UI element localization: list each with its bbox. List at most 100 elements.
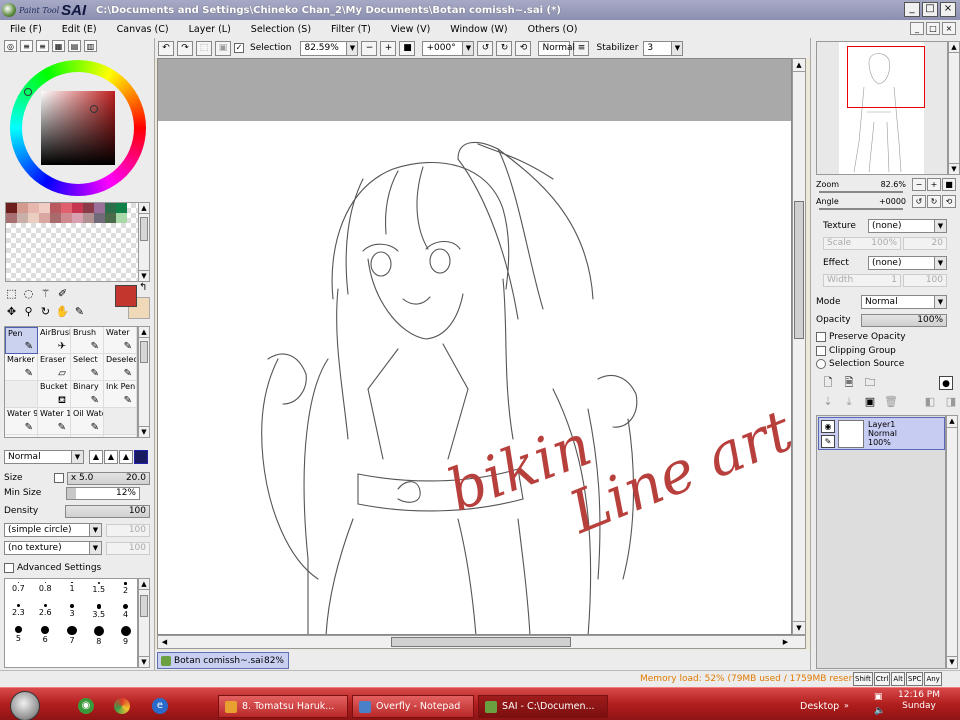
new-folder-icon[interactable]: 🗀 <box>863 376 877 390</box>
menu-others[interactable]: Others (O) <box>518 24 588 35</box>
brush-tool-select[interactable]: Select ✎ <box>71 354 104 381</box>
mdi-minimize-button[interactable]: _ <box>910 22 924 35</box>
min-size-slider[interactable]: 12% <box>66 486 140 500</box>
size-presets-scrollbar[interactable]: ▲ ▼ <box>138 578 150 668</box>
pen-lock-icon[interactable]: ✎ <box>821 435 835 448</box>
redo-icon[interactable]: ↷ <box>177 40 193 56</box>
volume-icon[interactable]: 🔈 <box>874 706 885 716</box>
brush-tool-deselect[interactable]: Deselect ✎ <box>104 354 137 381</box>
new-layer-icon[interactable]: 🗋 <box>821 376 835 390</box>
hand-icon[interactable]: ✋ <box>55 304 70 319</box>
clear-layer-icon[interactable]: ▣ <box>863 395 877 409</box>
brush-shape-hard-icon[interactable] <box>134 450 148 464</box>
brush-shape-round-icon[interactable]: ▲ <box>119 450 133 464</box>
merge-down-icon[interactable]: ⤓ <box>842 395 856 409</box>
zoom-reset-icon[interactable]: ■ <box>399 40 416 56</box>
color-swatches[interactable] <box>5 202 141 282</box>
saturation-value-square[interactable] <box>41 91 115 165</box>
brush-tool-pen[interactable]: Pen ✎ <box>5 327 38 354</box>
size-preset[interactable]: 0.8 <box>32 579 59 601</box>
minimize-button[interactable]: _ <box>904 2 920 17</box>
scroll-right-icon[interactable]: ▶ <box>779 636 792 648</box>
brush-shape-soft-icon[interactable]: ▲ <box>104 450 118 464</box>
color-swatch[interactable] <box>72 203 83 213</box>
scroll-up-icon[interactable]: ▲ <box>793 59 805 72</box>
taskbar-item-sai[interactable]: SAI - C:\Documen... <box>478 695 608 718</box>
layer-list-scrollbar[interactable]: ▲ ▼ <box>946 415 958 669</box>
layer-mask-icon[interactable]: ● <box>939 376 953 390</box>
desktop-toolbar-label[interactable]: Desktop <box>800 701 839 712</box>
brush-blend-mode-dropdown[interactable]: Normal ▼ <box>4 450 84 464</box>
hue-cursor[interactable] <box>24 88 32 96</box>
rotate-ccw-icon[interactable]: ↺ <box>477 40 494 56</box>
swap-colors-icon[interactable]: ↰ <box>139 282 147 293</box>
scratchpad-tab-icon[interactable]: ▥ <box>84 40 97 52</box>
color-swatch[interactable] <box>50 213 61 223</box>
delete-layer-icon[interactable]: 🗑 <box>884 395 898 409</box>
layer-blend-mode-dropdown[interactable]: Normal ▼ <box>861 295 947 309</box>
color-swatch[interactable] <box>94 203 105 213</box>
quick-launch-app-icon[interactable]: ◉ <box>78 698 94 714</box>
nav-zoom-in-icon[interactable]: + <box>927 177 941 191</box>
brush-shape-selector[interactable]: ▲ ▲ ▲ <box>89 450 148 464</box>
alt-key-button[interactable]: Alt <box>891 672 905 686</box>
nav-rotate-ccw-icon[interactable]: ↺ <box>912 194 926 208</box>
tray-expand-icon[interactable]: » <box>844 701 849 710</box>
color-swatch[interactable] <box>28 213 39 223</box>
rect-select-icon[interactable]: ⬚ <box>4 286 19 301</box>
primary-color-swatch[interactable] <box>115 285 137 307</box>
canvas-horizontal-scrollbar[interactable]: ◀ ▶ <box>157 635 806 649</box>
brush-tool-blur[interactable]: Blur <box>104 435 137 437</box>
brush-tool-water-9[interactable]: Water 9 ✎ <box>5 408 38 435</box>
scroll-down-icon[interactable]: ▼ <box>947 656 957 668</box>
color-swatch[interactable] <box>17 213 28 223</box>
any-key-button[interactable]: Any <box>924 672 942 686</box>
rotate-icon[interactable]: ↻ <box>38 304 53 319</box>
size-preset[interactable]: 3 <box>59 601 86 623</box>
zoom-icon[interactable]: ⚲ <box>21 304 36 319</box>
space-key-button[interactable]: SPC <box>905 672 924 686</box>
taskbar-clock[interactable]: 12:16 PM Sunday <box>898 690 940 712</box>
brush-tool-bucket[interactable]: Bucket ⛾ <box>38 381 71 408</box>
size-preset[interactable]: 0.7 <box>5 579 32 601</box>
color-wheel[interactable] <box>10 60 146 196</box>
taskbar-item-notepad[interactable]: Overfly - Notepad <box>352 695 474 718</box>
layer-row[interactable]: ◉ ✎ Layer1 Normal 100% <box>818 417 945 450</box>
size-preset[interactable]: 2.3 <box>5 601 32 623</box>
color-swatch[interactable] <box>28 203 39 213</box>
selection-source-radio[interactable] <box>816 359 826 369</box>
chrome-icon[interactable] <box>114 698 130 714</box>
mdi-restore-button[interactable]: □ <box>926 22 940 35</box>
nav-angle-track[interactable] <box>819 208 903 210</box>
size-preset[interactable]: 4 <box>112 601 137 623</box>
color-swatch[interactable] <box>61 203 72 213</box>
apply-mask-icon[interactable]: ◧ <box>923 395 937 409</box>
start-button[interactable] <box>10 691 40 720</box>
lasso-icon[interactable]: ◌ <box>21 286 36 301</box>
brush-tool-marker[interactable]: Marker ✎ <box>5 354 38 381</box>
color-picker-icon[interactable]: ✎ <box>72 304 87 319</box>
color-swatch[interactable] <box>72 213 83 223</box>
navigator-scrollbar[interactable]: ▲ ▼ <box>948 41 960 175</box>
hsv-slider-tab-icon[interactable]: ≡ <box>36 40 49 52</box>
stabilizer-dropdown[interactable]: 3 ▼ <box>643 40 684 56</box>
density-slider[interactable]: 100 <box>65 504 150 518</box>
color-swatch[interactable] <box>61 213 72 223</box>
eye-icon[interactable]: ◉ <box>821 420 835 433</box>
taskbar-item-music[interactable]: 8. Tomatsu Haruk... <box>218 695 348 718</box>
shift-key-button[interactable]: Shift <box>853 672 873 686</box>
zoom-out-icon[interactable]: − <box>361 40 378 56</box>
zoom-dropdown[interactable]: 82.59% ▼ <box>300 40 359 56</box>
swatches-scrollbar[interactable]: ▲ ▼ <box>138 202 150 282</box>
eyedropper-icon[interactable]: ✐ <box>55 286 70 301</box>
transfer-down-icon[interactable]: ⇣ <box>821 395 835 409</box>
color-swatch[interactable] <box>94 213 105 223</box>
internet-explorer-icon[interactable]: e <box>152 698 168 714</box>
view-blend-field[interactable]: Normal <box>538 40 575 56</box>
size-preset[interactable]: 8 <box>85 623 112 646</box>
color-swatch[interactable] <box>116 213 127 223</box>
size-preset[interactable]: 3.5 <box>85 601 112 623</box>
size-preset[interactable]: 1 <box>59 579 86 601</box>
swatches-tab-icon[interactable]: ▤ <box>68 40 81 52</box>
size-preset[interactable]: 7 <box>59 623 86 645</box>
